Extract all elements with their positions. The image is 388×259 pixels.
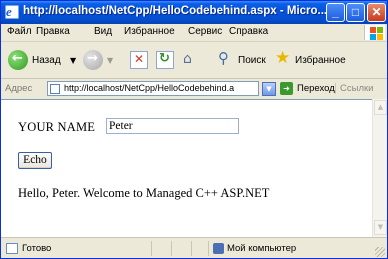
search-icon[interactable]: ⚲: [218, 49, 236, 69]
address-input[interactable]: http://localhost/NetCpp/HelloCodebehind.…: [47, 81, 259, 96]
back-dropdown-icon[interactable]: ▼: [70, 56, 76, 65]
title-bar[interactable]: e http://localhost/NetCpp/HelloCodebehin…: [1, 1, 387, 24]
favorites-star-icon[interactable]: ★: [275, 48, 293, 69]
minimize-button[interactable]: _: [326, 3, 345, 22]
favorites-button-label[interactable]: Избранное: [295, 55, 346, 66]
status-divider: [191, 241, 192, 256]
echo-button[interactable]: Echo: [18, 152, 52, 169]
security-zone-text: Мой компьютер: [227, 243, 297, 254]
menu-view[interactable]: Вид: [94, 26, 112, 37]
name-label: YOUR NAME: [18, 120, 96, 134]
resize-grip-icon[interactable]: [375, 247, 385, 257]
menu-tools[interactable]: Сервис: [188, 26, 222, 37]
address-label: Адрес: [5, 83, 33, 94]
menu-file[interactable]: Файл: [7, 26, 32, 37]
vertical-scrollbar[interactable]: ▲ ▼: [372, 99, 387, 237]
address-dropdown-icon[interactable]: ▼: [262, 82, 276, 96]
scroll-down-icon[interactable]: ▼: [374, 220, 387, 235]
toolbar: ← Назад ▼ → ▼ ✕ ↻ ⌂ ⚲ Поиск ★ Избранное: [1, 42, 387, 79]
close-button[interactable]: ✕: [367, 3, 386, 22]
go-arrow-icon[interactable]: ➜: [280, 82, 293, 95]
name-input[interactable]: Peter: [106, 118, 239, 134]
forward-dropdown-icon[interactable]: ▼: [107, 56, 113, 65]
window-title: http://localhost/NetCpp/HelloCodebehind.…: [23, 5, 328, 17]
links-label[interactable]: Ссылки: [335, 83, 373, 94]
stop-icon[interactable]: ✕: [130, 51, 148, 69]
computer-icon: [213, 243, 224, 254]
menu-edit[interactable]: Правка: [36, 26, 70, 37]
refresh-icon[interactable]: ↻: [156, 51, 174, 69]
status-divider: [151, 241, 152, 256]
forward-arrow-icon[interactable]: →: [83, 50, 103, 70]
go-button-label[interactable]: Переход: [297, 83, 335, 94]
status-divider: [208, 241, 209, 256]
menu-help[interactable]: Справка: [229, 26, 268, 37]
status-divider: [171, 241, 172, 256]
back-button-label[interactable]: Назад: [32, 55, 61, 66]
address-url[interactable]: http://localhost/NetCpp/HelloCodebehind.…: [64, 83, 242, 93]
scroll-up-icon[interactable]: ▲: [374, 100, 387, 115]
menu-bar: Файл Правка Вид Избранное Сервис Справка: [1, 24, 387, 42]
home-icon[interactable]: ⌂: [182, 51, 200, 69]
ie-logo-icon: e: [5, 4, 19, 19]
maximize-button[interactable]: □: [346, 3, 365, 22]
status-text: Готово: [22, 243, 52, 254]
page-status-icon: [6, 243, 18, 254]
address-bar: Адрес http://localhost/NetCpp/HelloCodeb…: [1, 79, 387, 100]
search-button-label[interactable]: Поиск: [238, 55, 266, 66]
page-icon: [50, 84, 60, 94]
windows-logo-icon: [364, 25, 385, 40]
page-content: YOUR NAME Peter Echo Hello, Peter. Welco…: [1, 99, 372, 238]
menu-favorites[interactable]: Избранное: [124, 26, 175, 37]
browser-window: e http://localhost/NetCpp/HelloCodebehin…: [0, 0, 388, 259]
status-bar: Готово Мой компьютер: [1, 237, 387, 258]
greeting-text: Hello, Peter. Welcome to Managed C++ ASP…: [18, 186, 270, 200]
back-arrow-icon[interactable]: ←: [8, 50, 28, 70]
